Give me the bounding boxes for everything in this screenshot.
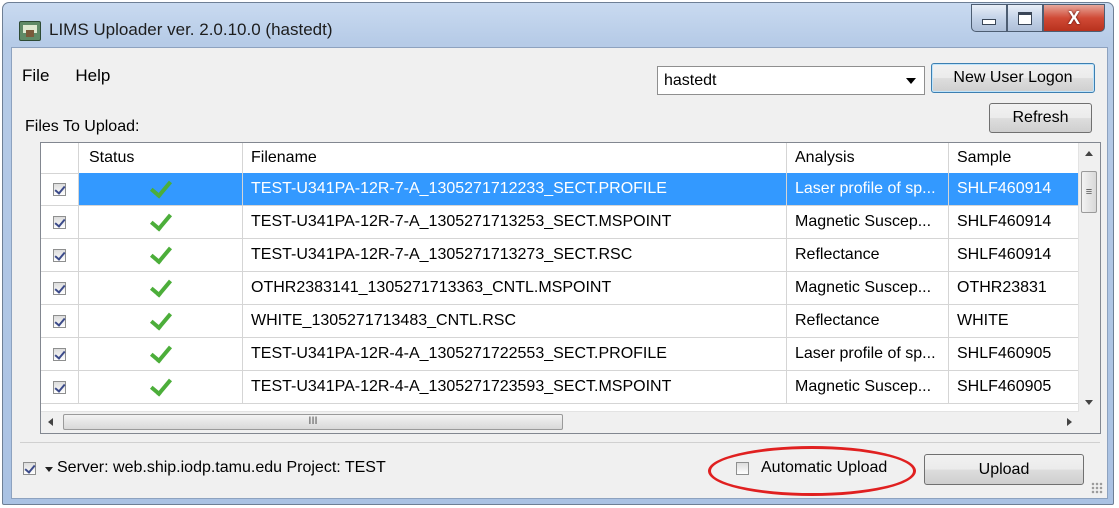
row-checkbox[interactable] [53,380,66,394]
status-ok-icon [149,175,172,199]
status-ok-icon [149,373,172,397]
maximize-icon [1018,11,1032,25]
files-to-upload-label: Files To Upload: [25,118,140,135]
row-checkbox[interactable] [53,314,66,328]
sample-cell: SHLF460914 [949,173,1081,206]
analysis-cell: Magnetic Suscep... [787,206,949,239]
analysis-cell: Reflectance [787,305,949,338]
row-checkbox[interactable] [53,248,66,262]
filename-cell: TEST-U341PA-12R-4-A_1305271723593_SECT.M… [243,371,787,404]
column-header-status[interactable]: Status [79,143,243,173]
title-bar[interactable]: LIMS Uploader ver. 2.0.10.0 (hastedt) X [3,3,1113,47]
column-header-analysis[interactable]: Analysis [787,143,949,173]
automatic-upload-label[interactable]: Automatic Upload [761,459,887,477]
analysis-cell: Magnetic Suscep... [787,371,949,404]
vertical-scrollbar[interactable]: ≡ [1078,143,1100,413]
horizontal-scrollbar[interactable]: III [41,411,1079,433]
server-dropdown-icon[interactable] [45,467,53,472]
client-area: File Help hastedt New User Logon Files T… [11,47,1108,499]
menu-bar: File Help [12,66,124,86]
automatic-upload-checkbox[interactable] [736,462,749,475]
upload-button[interactable]: Upload [924,454,1084,485]
menu-file[interactable]: File [12,66,63,86]
analysis-cell: Laser profile of sp... [787,338,949,371]
table-header: Status Filename Analysis Sample [41,143,1081,174]
status-ok-icon [149,307,172,331]
window-title: LIMS Uploader ver. 2.0.10.0 (hastedt) [49,20,333,39]
row-checkbox[interactable] [53,281,66,295]
column-header-select[interactable] [41,143,79,173]
column-header-filename[interactable]: Filename [243,143,787,173]
row-checkbox[interactable] [53,182,66,196]
analysis-cell: Laser profile of sp... [787,173,949,206]
table-row[interactable]: TEST-U341PA-12R-7-A_1305271713253_SECT.M… [41,206,1081,239]
minimize-button[interactable] [971,4,1007,32]
close-icon: X [1067,7,1080,28]
status-ok-icon [149,340,172,364]
filename-cell: TEST-U341PA-12R-7-A_1305271713273_SECT.R… [243,239,787,272]
resize-grip-icon[interactable] [1091,482,1103,494]
status-divider [20,442,1100,443]
status-ok-icon [149,208,172,232]
filename-cell: WHITE_1305271713483_CNTL.RSC [243,305,787,338]
maximize-button[interactable] [1007,4,1043,32]
menu-help[interactable]: Help [63,66,124,86]
analysis-cell: Reflectance [787,239,949,272]
table-row[interactable]: TEST-U341PA-12R-4-A_1305271723593_SECT.M… [41,371,1081,404]
table-body: TEST-U341PA-12R-7-A_1305271712233_SECT.P… [41,173,1081,404]
scroll-left-icon[interactable] [48,418,53,426]
status-ok-icon [149,241,172,265]
sample-cell: SHLF460905 [949,371,1081,404]
status-bar: Server: web.ship.iodp.tamu.edu Project: … [12,442,1107,498]
scroll-corner [1079,412,1100,433]
app-icon [19,21,41,41]
sample-cell: OTHR23831 [949,272,1081,305]
filename-cell: TEST-U341PA-12R-7-A_1305271713253_SECT.M… [243,206,787,239]
scroll-right-icon[interactable] [1067,418,1072,426]
server-checkbox[interactable] [23,462,36,475]
horizontal-scroll-thumb[interactable]: III [63,414,563,430]
vertical-scroll-thumb[interactable]: ≡ [1081,171,1097,213]
sample-cell: SHLF460905 [949,338,1081,371]
table-row[interactable]: TEST-U341PA-12R-7-A_1305271712233_SECT.P… [41,173,1081,206]
user-select[interactable]: hastedt [657,66,925,95]
sample-cell: SHLF460914 [949,206,1081,239]
table-row[interactable]: TEST-U341PA-12R-4-A_1305271722553_SECT.P… [41,338,1081,371]
table-row[interactable]: TEST-U341PA-12R-7-A_1305271713273_SECT.R… [41,239,1081,272]
table-row[interactable]: WHITE_1305271713483_CNTL.RSC Reflectance… [41,305,1081,338]
column-header-sample[interactable]: Sample [949,143,1081,173]
sample-cell: SHLF460914 [949,239,1081,272]
app-window: LIMS Uploader ver. 2.0.10.0 (hastedt) X … [2,2,1114,505]
window-controls: X [971,4,1105,34]
row-checkbox[interactable] [53,215,66,229]
filename-cell: OTHR2383141_1305271713363_CNTL.MSPOINT [243,272,787,305]
scroll-up-icon[interactable] [1085,151,1093,156]
status-ok-icon [149,274,172,298]
user-select-value: hastedt [664,72,717,89]
filename-cell: TEST-U341PA-12R-7-A_1305271712233_SECT.P… [243,173,787,206]
row-checkbox[interactable] [53,347,66,361]
table-row[interactable]: OTHR2383141_1305271713363_CNTL.MSPOINT M… [41,272,1081,305]
refresh-button[interactable]: Refresh [989,103,1092,133]
chevron-down-icon [906,78,916,84]
analysis-cell: Magnetic Suscep... [787,272,949,305]
scroll-down-icon[interactable] [1085,400,1093,405]
server-project-text: Server: web.ship.iodp.tamu.edu Project: … [57,459,386,476]
filename-cell: TEST-U341PA-12R-4-A_1305271722553_SECT.P… [243,338,787,371]
close-button[interactable]: X [1043,4,1105,32]
new-user-logon-button[interactable]: New User Logon [931,63,1095,93]
minimize-icon [982,19,996,25]
files-table: Status Filename Analysis Sample TEST-U34… [40,142,1101,434]
sample-cell: WHITE [949,305,1081,338]
